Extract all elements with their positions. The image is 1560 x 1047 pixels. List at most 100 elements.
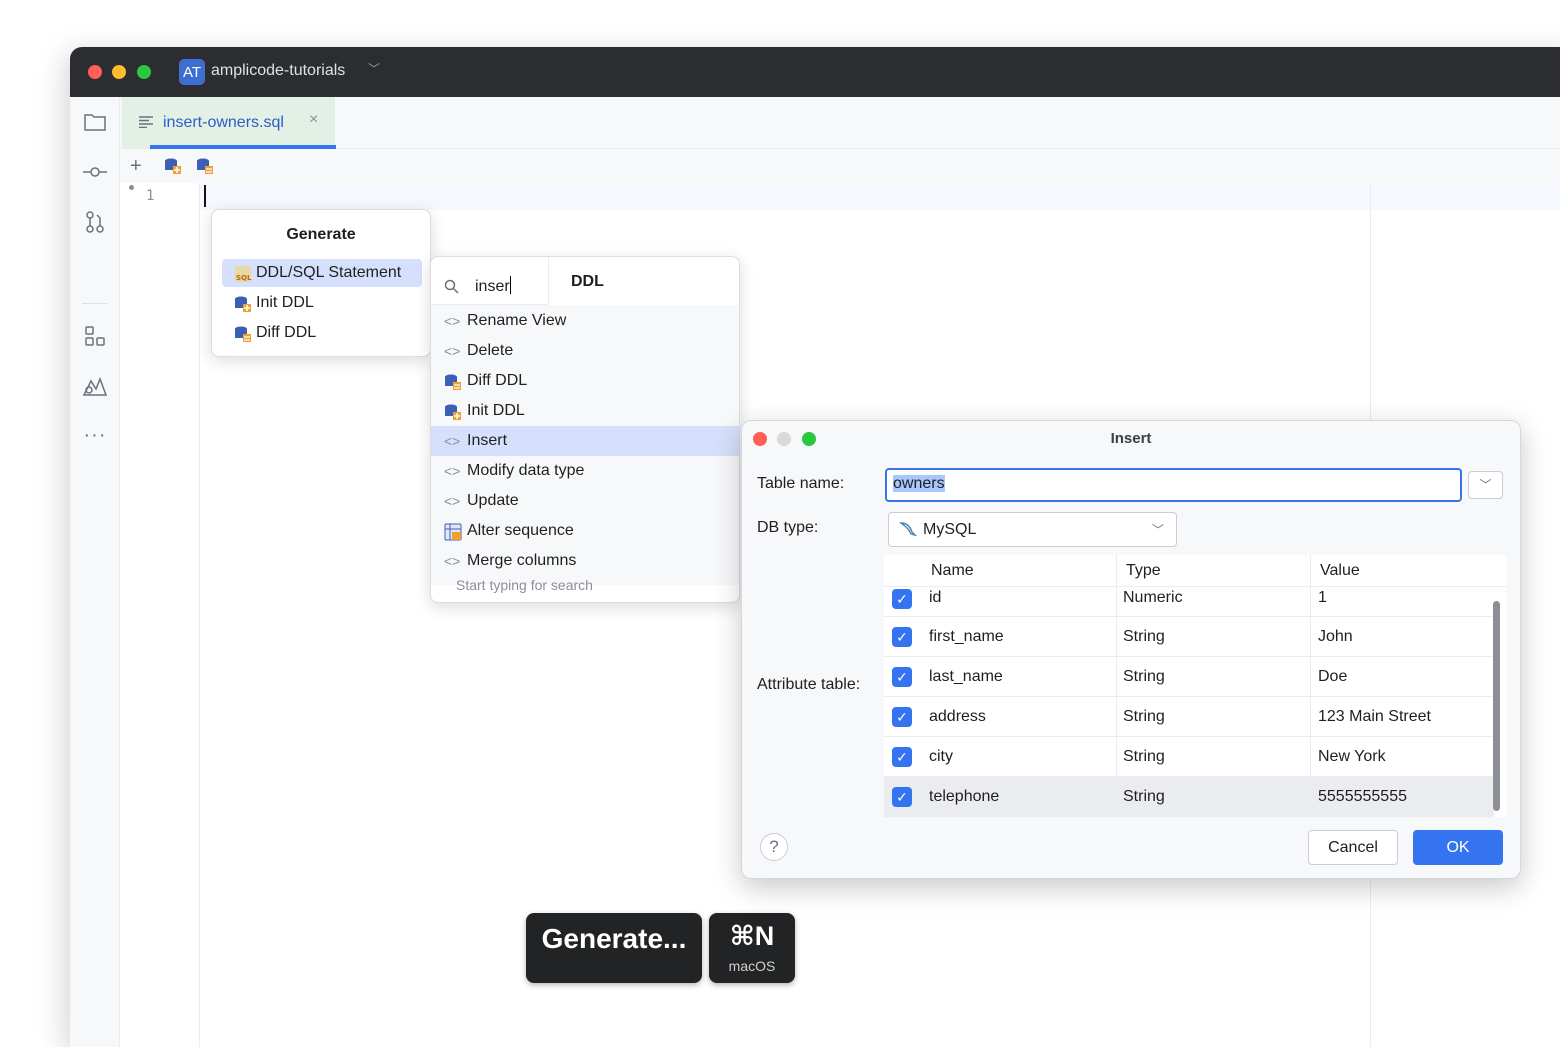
list-item-diff-ddl[interactable]: Diff DDL [431,366,739,396]
ddl-list: <> Rename View <> Delete Diff DDL Init DDL… [431,305,739,585]
code-brackets-icon: <> [444,493,461,509]
shortcut-keys: ⌘N [729,921,775,951]
title-bar: AT amplicode-tutorials ﹀ [70,47,1560,97]
close-window-button[interactable] [88,65,102,79]
editor-gutter [120,183,200,1047]
sequence-icon [444,523,462,541]
db-init-icon[interactable] [164,157,182,180]
cancel-button[interactable]: Cancel [1308,830,1398,865]
list-item-init-ddl[interactable]: Init DDL [431,396,739,426]
code-brackets-icon: <> [444,463,461,479]
list-item-delete[interactable]: <> Delete [431,336,739,366]
editor-tab-bar: insert-owners.sql × [120,97,1560,149]
structure-icon[interactable] [82,323,108,349]
more-tools-icon[interactable]: ··· [82,422,108,448]
table-row[interactable]: ✓ address String 123 Main Street [884,697,1494,737]
attribute-table: Name Type Value ✓ id Numeric 1 ✓ first_n… [884,555,1506,817]
table-row[interactable]: ✓ first_name String John [884,617,1494,657]
list-item-update[interactable]: <> Update [431,486,739,516]
column-separator [1116,555,1117,817]
table-name-label: Table name: [757,475,845,492]
help-button[interactable]: ? [760,833,788,861]
table-row[interactable]: ✓ telephone String 5555555555 [884,777,1494,817]
action-name-overlay: Generate... [526,913,702,983]
db-init-icon [235,296,251,312]
column-separator [1310,555,1311,817]
column-header-type[interactable]: Type [1126,562,1161,580]
row-checkbox[interactable]: ✓ [892,707,912,727]
project-badge[interactable]: AT [179,59,205,85]
table-row[interactable]: ✓ last_name String Doe [884,657,1494,697]
menu-item-ddl-sql-statement[interactable]: SQL DDL/SQL Statement [222,259,422,287]
code-brackets-icon: <> [444,433,461,449]
ddl-popup: inser DDL <> Rename View <> Delete Diff DD… [430,256,740,603]
list-item-rename-view[interactable]: <> Rename View [431,306,739,336]
db-type-label: DB type: [757,519,819,536]
search-hint: Start typing for search [456,577,593,593]
table-scrollbar[interactable] [1493,601,1500,811]
db-diff-icon[interactable] [196,157,214,180]
list-item-insert[interactable]: <> Insert [431,426,739,456]
column-header-value[interactable]: Value [1320,562,1360,580]
table-header: Name Type Value [884,555,1506,587]
project-name[interactable]: amplicode-tutorials [211,62,345,80]
chevron-down-icon: ﹀ [1151,523,1164,537]
row-checkbox[interactable]: ✓ [892,627,912,647]
db-diff-icon [445,374,461,390]
text-caret [204,185,206,207]
search-icon [444,279,459,294]
generate-popup-title: Generate [286,226,356,243]
table-name-value: owners [893,475,945,492]
chevron-down-icon[interactable]: ﹀ [368,60,380,77]
code-brackets-icon: <> [444,343,461,359]
tab-label: insert-owners.sql [163,114,284,131]
row-checkbox[interactable]: ✓ [892,787,912,807]
tab-insert-owners-sql[interactable]: insert-owners.sql × [122,97,336,149]
commit-icon[interactable] [82,159,108,185]
db-init-icon [445,404,461,420]
table-row[interactable]: ✓ city String New York [884,737,1494,777]
mysql-dolphin-icon [899,522,917,537]
tool-window-sidebar: ··· [70,97,120,1047]
list-item-merge-columns[interactable]: <> Merge columns [431,546,739,576]
shortcut-overlay: ⌘N macOS [709,913,795,983]
dialog-title: Insert [1110,430,1152,447]
menu-item-init-ddl[interactable]: Init DDL [222,289,422,317]
amplicode-icon[interactable] [82,373,108,399]
code-brackets-icon: <> [444,313,461,329]
table-name-input[interactable]: owners [885,468,1462,502]
db-diff-icon [235,326,251,342]
editor-toolbar: + [120,149,1560,183]
column-header-name[interactable]: Name [931,562,974,580]
list-item-modify-data-type[interactable]: <> Modify data type [431,456,739,486]
sql-file-icon [139,116,153,128]
bookmark-dot-icon [129,185,134,190]
add-icon[interactable]: + [130,155,142,178]
list-item-alter-sequence[interactable]: Alter sequence [431,516,739,546]
current-line-highlight [120,183,1560,210]
insert-dialog: Insert Table name: owners ﹀ DB type: MyS… [741,420,1521,879]
ok-button[interactable]: OK [1413,830,1503,865]
db-type-value: MySQL [923,521,977,538]
close-icon[interactable]: × [309,111,318,129]
zoom-window-button[interactable] [137,65,151,79]
generate-popup: Generate SQL DDL/SQL Statement Init DDL … [211,209,431,357]
svg-text:SQL: SQL [236,274,252,282]
minimize-window-button[interactable] [112,65,126,79]
table-row[interactable]: ✓ id Numeric 1 [884,587,1494,617]
sql-statement-icon: SQL [235,266,252,282]
row-checkbox[interactable]: ✓ [892,589,912,609]
sidebar-separator [82,303,108,304]
attribute-table-label: Attribute table: [757,676,861,693]
row-checkbox[interactable]: ✓ [892,667,912,687]
pull-requests-icon[interactable] [82,209,108,235]
table-name-dropdown-button[interactable]: ﹀ [1468,471,1503,499]
search-input[interactable]: inser [475,278,510,295]
ddl-search-field[interactable]: inser [431,257,549,305]
shortcut-os: macOS [728,958,776,974]
menu-item-diff-ddl[interactable]: Diff DDL [222,319,422,347]
code-brackets-icon: <> [444,553,461,569]
row-checkbox[interactable]: ✓ [892,747,912,767]
folder-icon[interactable] [82,109,108,135]
db-type-select[interactable]: MySQL ﹀ [888,512,1177,547]
